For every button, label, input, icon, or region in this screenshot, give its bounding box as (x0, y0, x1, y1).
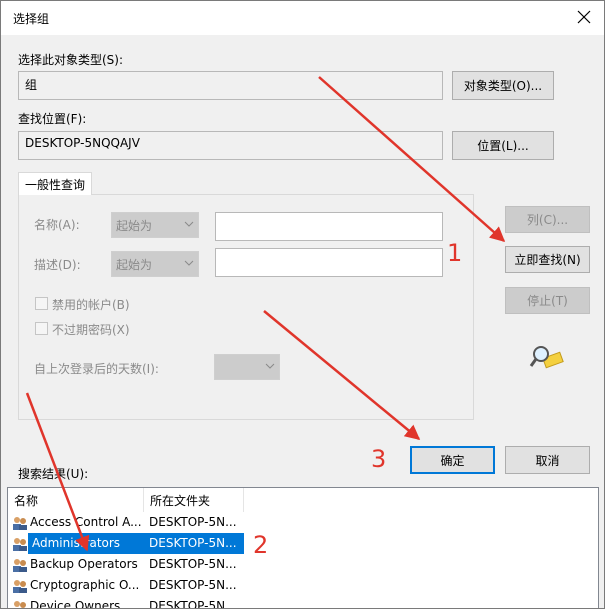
group-icon (13, 517, 27, 530)
object-type-field: 组 (18, 71, 443, 100)
disabled-accounts-label: 禁用的帐户(B) (52, 298, 130, 312)
columns-button: 列(C)... (505, 206, 590, 233)
group-icon (14, 601, 26, 608)
search-results-list[interactable]: 名称 所在文件夹 Access Control A... DESKTOP-5N.… (7, 487, 599, 608)
chevron-down-icon (184, 260, 194, 266)
table-row[interactable]: Device Owners DESKTOP-5N... (8, 596, 598, 608)
search-icon (529, 346, 564, 369)
common-queries-panel: 名称(A): 起始为 描述(D): 起始为 禁用的帐户(B) 不过期密码(X) … (18, 194, 474, 420)
column-header-name[interactable]: 名称 (8, 488, 144, 512)
select-group-dialog: 选择组 选择此对象类型(S): 组 对象类型(O)... 查找位置(F): DE… (0, 0, 605, 609)
search-results-label: 搜索结果(U): (18, 467, 89, 481)
location-label: 查找位置(F): (18, 112, 87, 126)
chevron-down-icon (184, 221, 194, 227)
table-row[interactable]: Access Control A... DESKTOP-5N... (8, 512, 598, 533)
close-icon[interactable] (572, 5, 596, 29)
table-row-selected[interactable]: Administrators DESKTOP-5N... (8, 533, 598, 554)
name-mode-select: 起始为 (111, 212, 199, 238)
group-icon (13, 538, 27, 551)
ok-button[interactable]: 确定 (410, 446, 495, 474)
title-bar: 选择组 (1, 1, 604, 35)
object-type-label: 选择此对象类型(S): (18, 53, 124, 67)
find-now-button[interactable]: 立即查找(N) (505, 246, 590, 273)
location-field: DESKTOP-5NQQAJV (18, 131, 443, 160)
non-expiring-password-label: 不过期密码(X) (52, 323, 130, 337)
description-label: 描述(D): (34, 258, 81, 272)
stop-button: 停止(T) (505, 287, 590, 314)
disabled-accounts-checkbox (35, 297, 48, 310)
annotation-number-1: 1 (447, 239, 463, 267)
non-expiring-password-checkbox (35, 322, 48, 335)
table-row[interactable]: Cryptographic O... DESKTOP-5N... (8, 575, 598, 596)
locations-button[interactable]: 位置(L)... (452, 131, 554, 160)
group-icon (13, 580, 27, 593)
description-mode-select: 起始为 (111, 251, 199, 277)
dialog-title: 选择组 (13, 12, 50, 26)
days-since-login-label: 自上次登录后的天数(I): (34, 362, 159, 376)
name-input[interactable] (215, 212, 443, 241)
object-types-button[interactable]: 对象类型(O)... (452, 71, 554, 100)
table-row[interactable]: Backup Operators DESKTOP-5N... (8, 554, 598, 575)
name-label: 名称(A): (34, 218, 80, 232)
annotation-number-2: 2 (253, 531, 269, 559)
chevron-down-icon (265, 363, 275, 369)
group-icon (13, 559, 27, 572)
cancel-button[interactable]: 取消 (505, 446, 590, 474)
column-header-folder[interactable]: 所在文件夹 (144, 488, 244, 512)
tab-common-queries[interactable]: 一般性查询 (18, 172, 92, 195)
annotation-number-3: 3 (371, 445, 387, 473)
description-input[interactable] (215, 248, 443, 277)
days-since-login-select (214, 354, 280, 380)
